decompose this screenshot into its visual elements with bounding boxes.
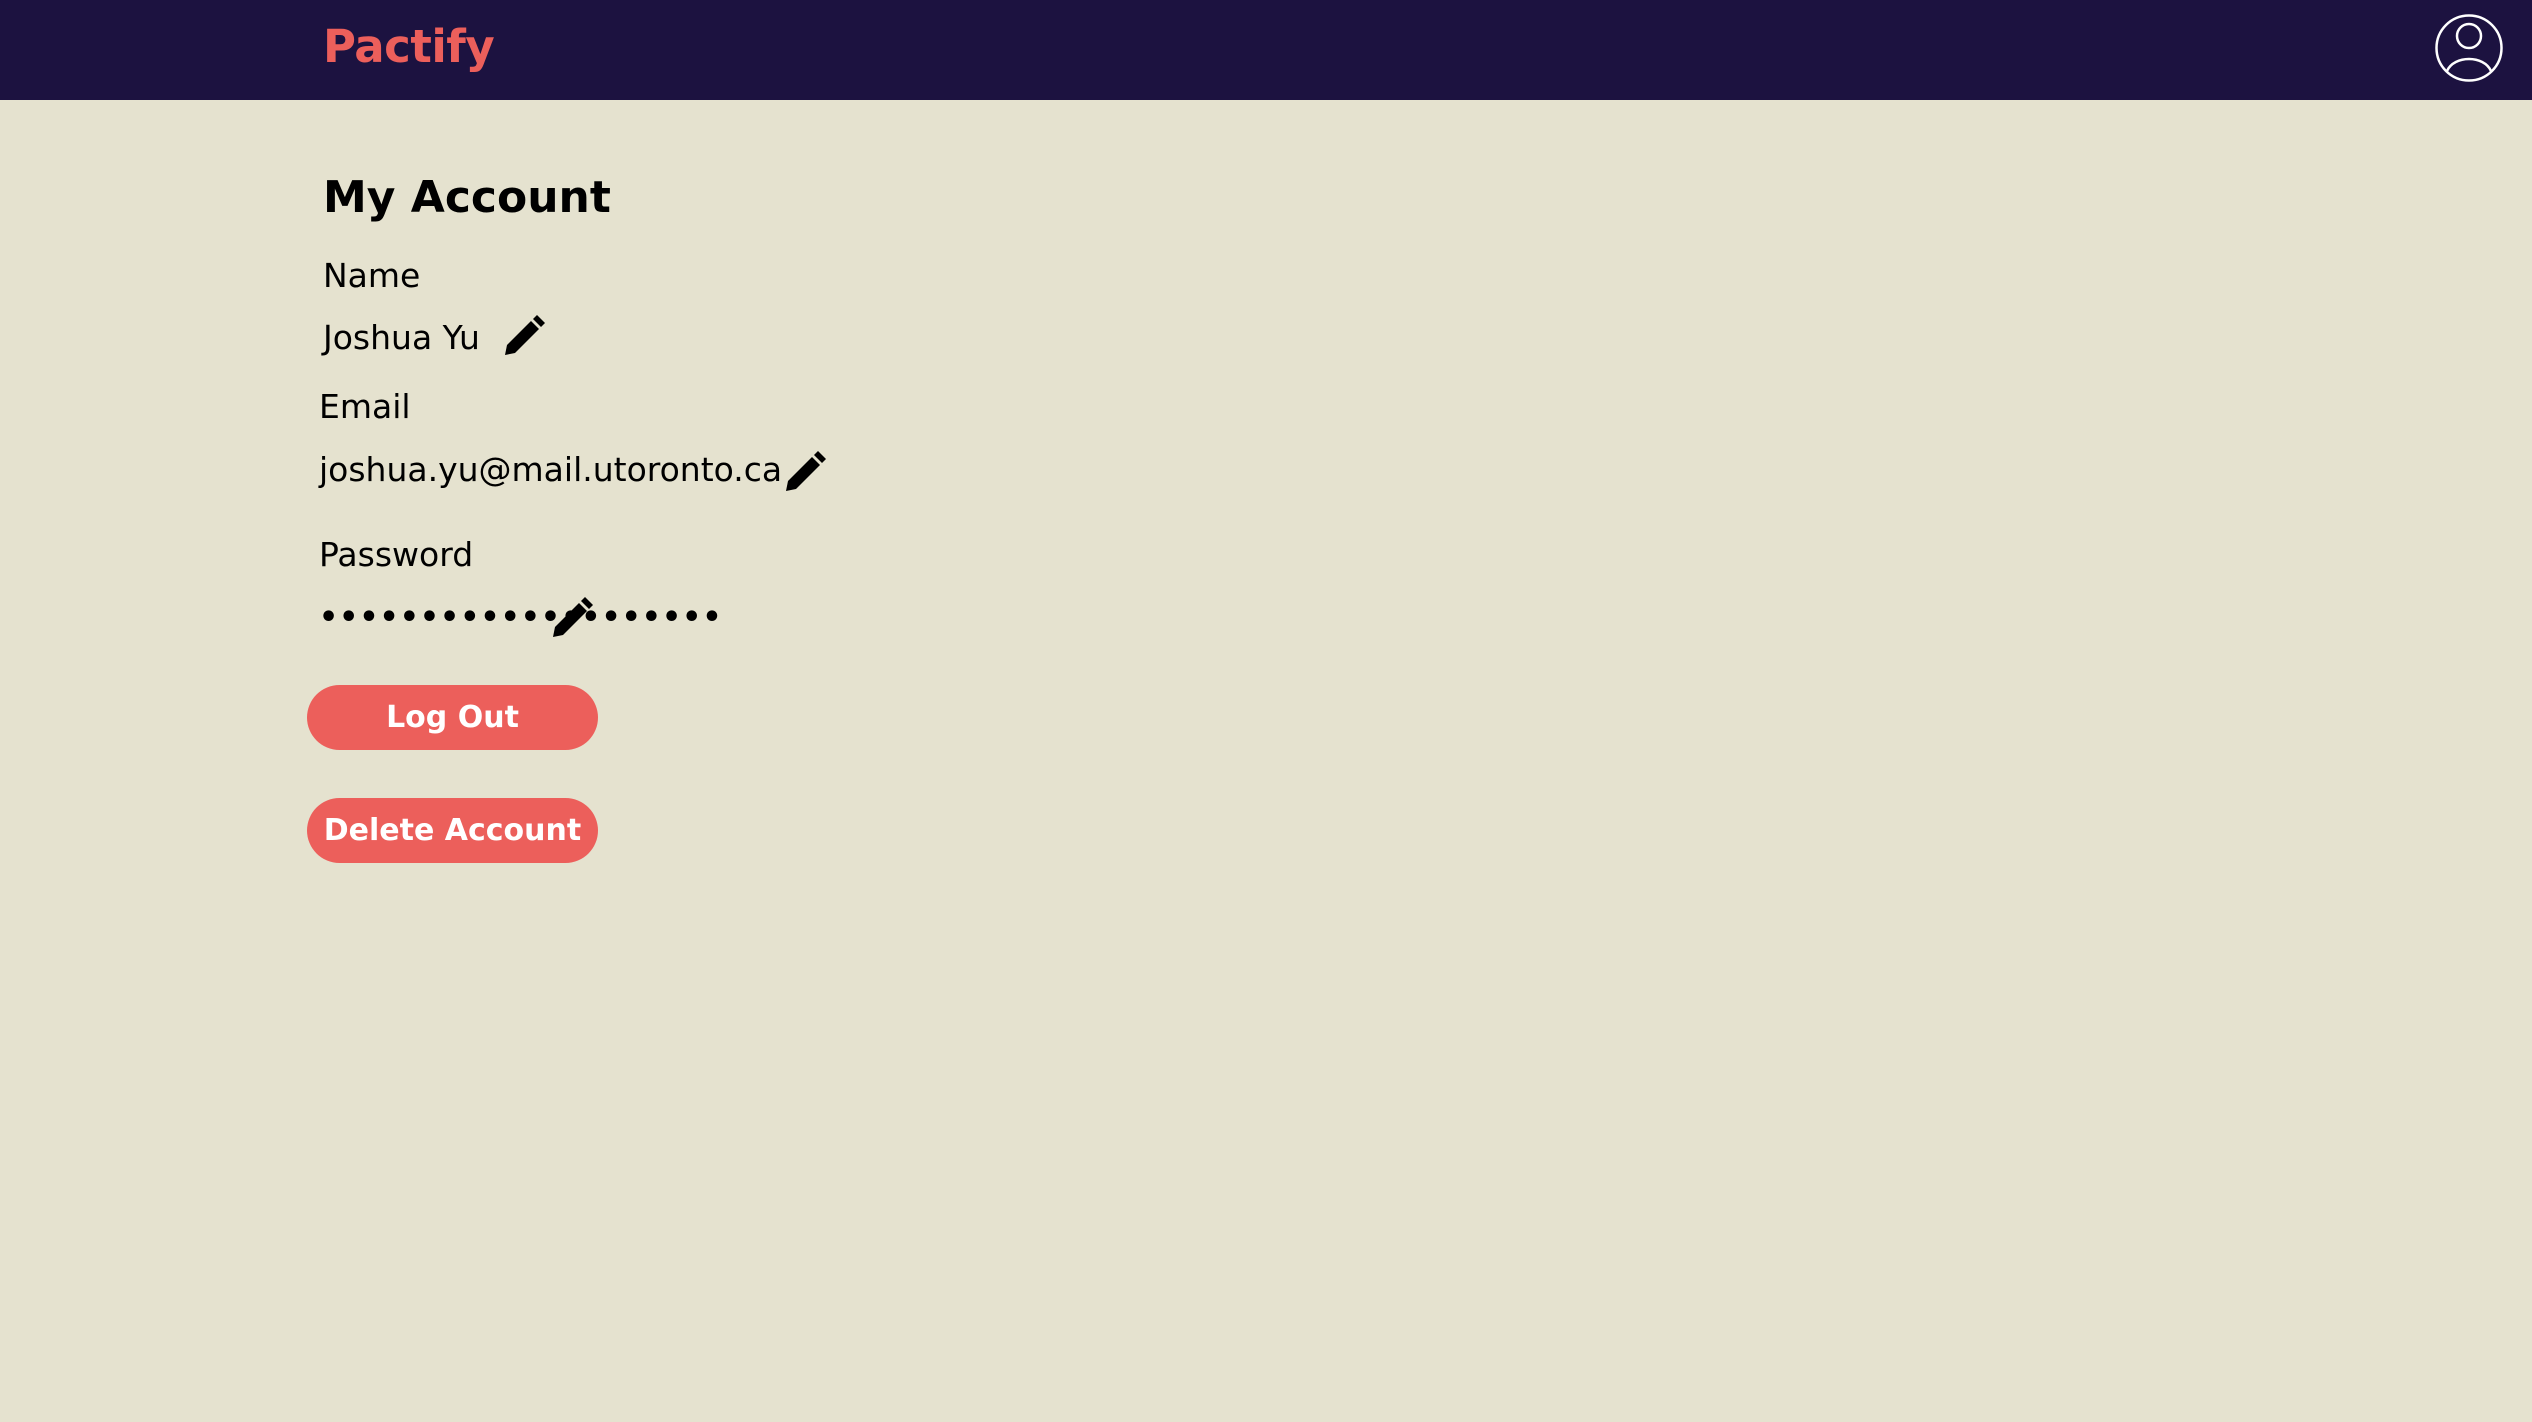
name-value: Joshua Yu: [323, 318, 480, 357]
user-circle-icon: [2435, 14, 2503, 82]
brand-logo[interactable]: Pactify: [323, 20, 495, 73]
logout-button[interactable]: Log Out: [307, 685, 598, 750]
edit-password-button[interactable]: [550, 596, 594, 640]
edit-email-button[interactable]: [783, 450, 827, 494]
pencil-icon: [786, 451, 826, 491]
pencil-icon: [553, 597, 593, 637]
pencil-icon: [505, 315, 545, 355]
name-label: Name: [323, 256, 421, 295]
edit-name-button[interactable]: [502, 314, 546, 358]
password-label: Password: [319, 535, 474, 574]
delete-account-button[interactable]: Delete Account: [307, 798, 598, 863]
email-value: joshua.yu@mail.utoronto.ca: [319, 450, 783, 489]
top-navbar: Pactify: [0, 0, 2532, 100]
profile-button[interactable]: [2434, 13, 2504, 83]
page-title: My Account: [323, 172, 611, 223]
email-label: Email: [319, 387, 411, 426]
password-value: ••••••••••••••••••••: [319, 600, 723, 635]
